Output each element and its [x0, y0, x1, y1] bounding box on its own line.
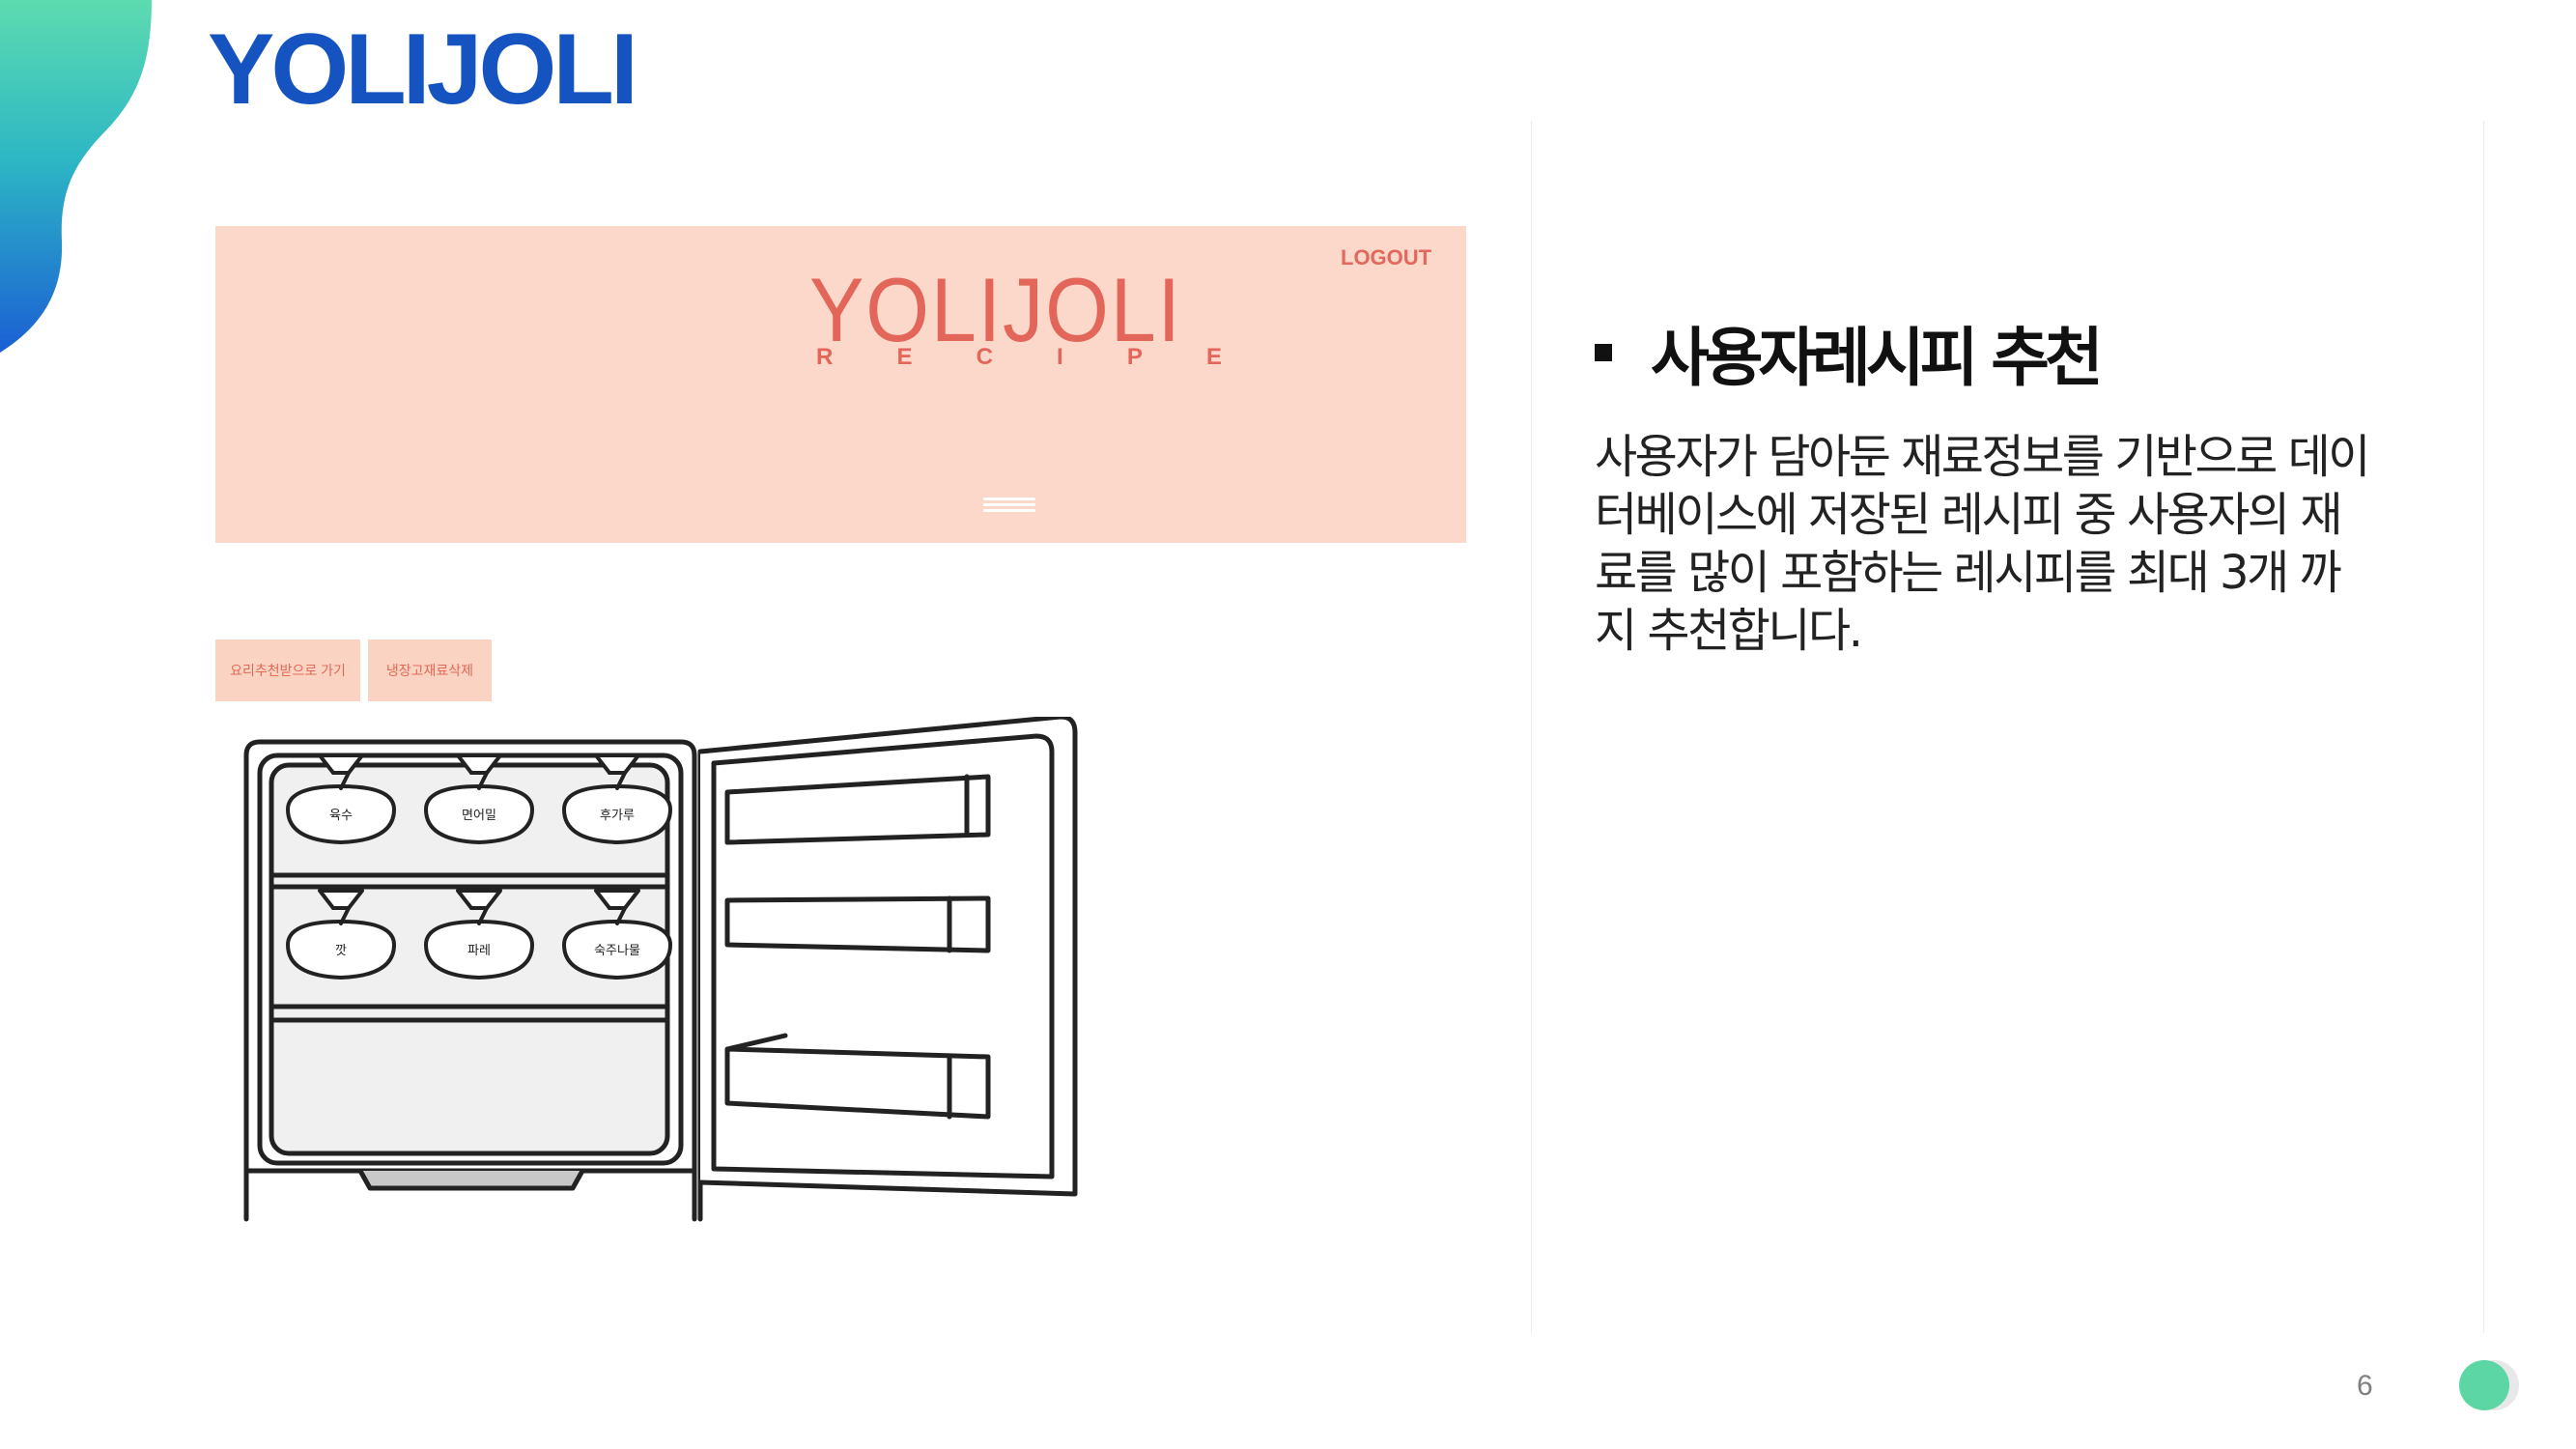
ingredient-label[interactable]: 면어밀 — [462, 809, 496, 823]
ingredient-label[interactable]: 깟 — [335, 944, 347, 958]
subtitle-letter: R — [816, 344, 834, 370]
subtitle-letter: E — [1205, 344, 1222, 370]
fridge-illustration: 육수 면어밀 후가루 깟 파레 숙주나물 — [243, 717, 1078, 1222]
bullet-square-icon — [1595, 344, 1612, 361]
description-panel: 사용자레시피 추천 사용자가 담아둔 재료정보를 기반으로 데이 터베이스에 저… — [1531, 121, 2484, 1333]
page-number: 6 — [2357, 1370, 2373, 1402]
app-screenshot: YOLIJOLI R E C I P E LOGOUT 요리추천받으로 가기 냉… — [215, 226, 1466, 1231]
subtitle-letter: E — [896, 344, 913, 370]
hero-banner: YOLIJOLI R E C I P E LOGOUT — [215, 226, 1466, 543]
page-indicator-dot-icon — [2459, 1360, 2519, 1410]
ingredient-label[interactable]: 숙주나물 — [594, 944, 640, 958]
ingredient-label[interactable]: 후가루 — [600, 809, 635, 823]
section-body: 사용자가 담아둔 재료정보를 기반으로 데이 터베이스에 저장된 레시피 중 사… — [1595, 430, 2370, 658]
subtitle-letter: P — [1126, 344, 1143, 370]
logout-link[interactable]: LOGOUT — [1341, 245, 1431, 270]
section-heading-text: 사용자레시피 추천 — [1651, 321, 2104, 395]
brand-title: YOLIJOLI — [208, 14, 638, 126]
subtitle-letter: I — [1057, 344, 1063, 370]
section-heading: 사용자레시피 추천 — [1595, 306, 2104, 399]
go-to-recipe-recommend-button[interactable]: 요리추천받으로 가기 — [215, 639, 360, 701]
hero-logo: YOLIJOLI — [809, 259, 1182, 360]
ingredient-label[interactable]: 파레 — [467, 944, 491, 958]
corner-decoration — [0, 0, 152, 353]
delete-fridge-ingredient-button[interactable]: 냉장고재료삭제 — [368, 639, 492, 701]
ingredient-label[interactable]: 육수 — [329, 809, 353, 823]
hamburger-icon[interactable] — [983, 495, 1035, 516]
subtitle-letter: C — [976, 344, 993, 370]
hero-logo-subtitle: R E C I P E — [816, 344, 1222, 371]
